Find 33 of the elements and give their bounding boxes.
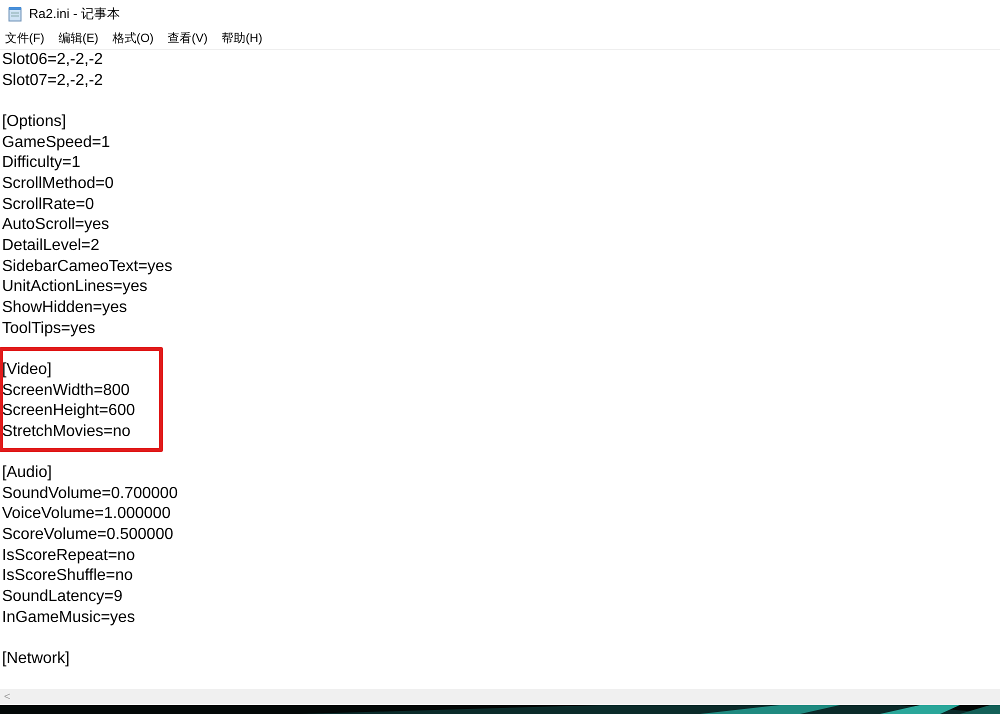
text-line: VoiceVolume=1.000000 — [2, 504, 171, 524]
menu-item[interactable]: 查看(V) — [168, 30, 208, 47]
text-line: GameSpeed=1 — [2, 132, 110, 153]
text-line: ScrollMethod=0 — [2, 174, 114, 194]
text-line: InGameMusic=yes — [2, 608, 135, 628]
text-line: [Video] — [2, 360, 52, 380]
menu-item[interactable]: 帮助(H) — [222, 30, 262, 47]
menu-item[interactable]: 编辑(E) — [58, 30, 98, 47]
text-line: SoundLatency=9 — [2, 587, 123, 608]
text-line: SoundVolume=0.700000 — [2, 484, 178, 504]
text-line: IsScoreShuffle=no — [2, 566, 133, 586]
text-line: ScreenHeight=600 — [2, 401, 135, 422]
text-line: ScoreVolume=0.500000 — [2, 525, 174, 546]
text-line: ScreenWidth=800 — [2, 380, 130, 400]
text-line: IsScoreRepeat=no — [2, 546, 135, 566]
text-line: UnitActionLines=yes — [2, 277, 148, 298]
notepad-icon — [7, 6, 23, 22]
text-line: ToolTips=yes — [2, 318, 96, 339]
text-line: ScrollRate=0 — [2, 194, 94, 215]
text-line: Slot07=2,-2,-2 — [2, 70, 103, 91]
text-line: AutoScroll=yes — [2, 215, 110, 236]
menu-item[interactable]: 文件(F) — [5, 30, 44, 47]
menu-item[interactable]: 格式(O) — [112, 30, 154, 47]
text-line: [Audio] — [2, 463, 52, 484]
text-line: StretchMovies=no — [2, 422, 131, 442]
text-line: [Network] — [2, 649, 70, 670]
text-line: DetailLevel=2 — [2, 236, 100, 256]
window-title: Ra2.ini - 记事本 — [29, 5, 120, 23]
text-line: SidebarCameoText=yes — [2, 256, 172, 277]
text-line: Difficulty=1 — [2, 153, 80, 174]
text-line: ShowHidden=yes — [2, 298, 127, 318]
text-line: [Options] — [2, 112, 66, 132]
text-line: Slot06=2,-2,-2 — [2, 50, 103, 70]
